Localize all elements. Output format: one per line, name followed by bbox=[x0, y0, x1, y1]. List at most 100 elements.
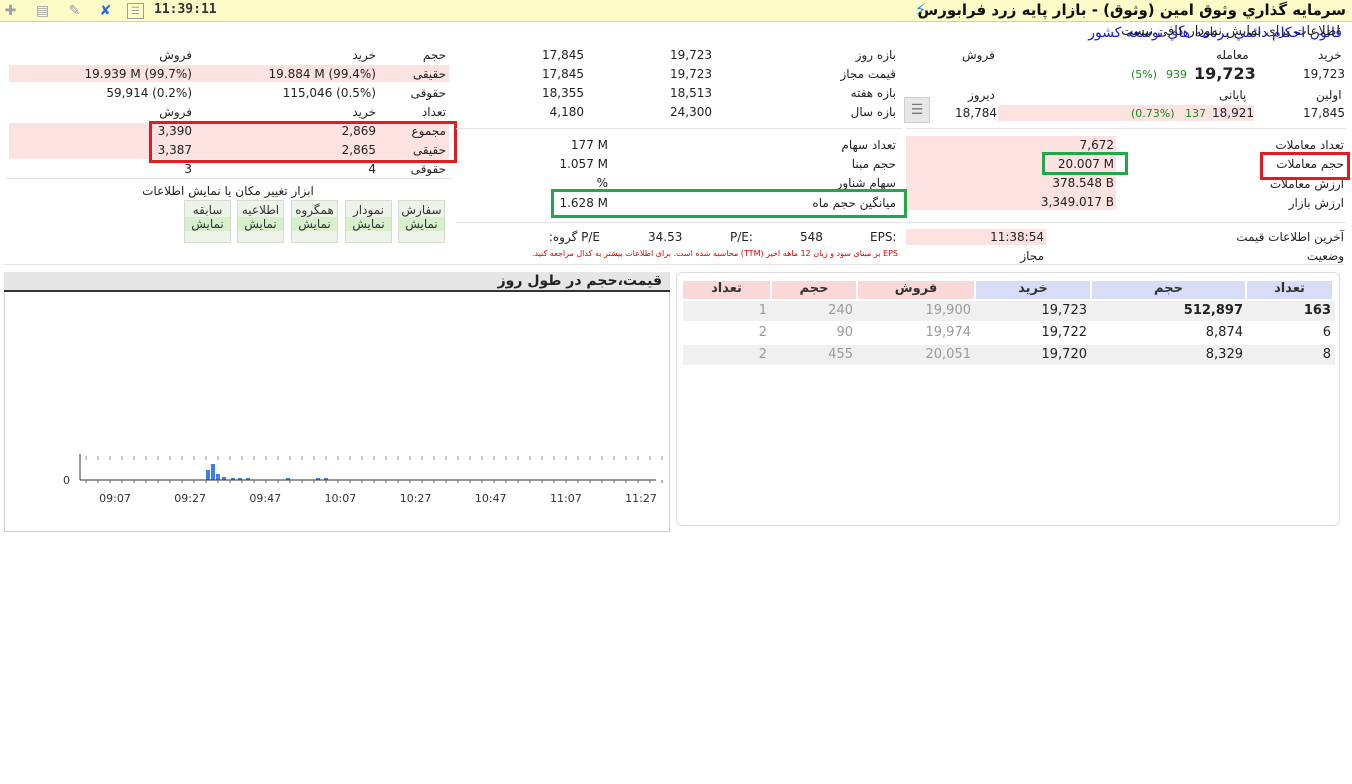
day-range-label: بازه روز bbox=[855, 48, 896, 62]
buy-label: خرید bbox=[1318, 48, 1342, 62]
float-label: سهام شناور bbox=[836, 176, 896, 190]
y-tick-label: 0 bbox=[63, 474, 70, 487]
show-notices-button[interactable]: اطلاعیه نمایش bbox=[237, 200, 284, 243]
legal-label: حقوقی bbox=[410, 86, 446, 100]
x-tick-label: 09:07 bbox=[99, 492, 131, 505]
sell-volume: 90 bbox=[836, 325, 853, 340]
real-label: حقیقی bbox=[412, 67, 446, 81]
market-value-label: ارزش بازار bbox=[1288, 196, 1344, 210]
count-label: تعداد bbox=[421, 105, 446, 119]
edit-icon[interactable]: ✎ bbox=[66, 3, 83, 19]
show-orders-button[interactable]: سفارش نمایش bbox=[398, 200, 445, 243]
week-high: 18,513 bbox=[670, 86, 712, 100]
chart-axis: 0 09:07 09:27 09:47 10:07 10:27 10:47 11:07 11:2… bbox=[63, 454, 663, 505]
x-tick-label: 09:47 bbox=[249, 492, 281, 505]
base-volume-label: حجم مبنا bbox=[851, 157, 896, 171]
last-price: 19,723 bbox=[1194, 64, 1256, 83]
chart-title: قیمت،حجم در طول روز bbox=[497, 273, 662, 289]
x-tick-label: 09:27 bbox=[174, 492, 206, 505]
day-low: 17,845 bbox=[542, 48, 584, 62]
volume-header: حجم bbox=[422, 48, 446, 62]
allowed-high: 19,723 bbox=[670, 67, 712, 81]
count-buy-header: خرید bbox=[352, 105, 376, 119]
plus-icon[interactable]: ✚ bbox=[2, 3, 19, 19]
sell-count-header: تعداد bbox=[683, 281, 770, 299]
button-top-label: سابقه bbox=[192, 203, 223, 217]
year-high: 24,300 bbox=[670, 105, 712, 119]
pe-value: 34.53 bbox=[648, 230, 683, 244]
buy-value: 19,723 bbox=[1303, 67, 1345, 81]
sell-price: 20,051 bbox=[925, 347, 972, 362]
clock: 11:39:11 bbox=[154, 2, 217, 17]
trades-value: 378.548 B bbox=[1052, 176, 1114, 190]
week-low: 18,355 bbox=[542, 86, 584, 100]
volume-bar bbox=[211, 464, 215, 480]
allowed-range-label: قیمت مجاز bbox=[840, 67, 896, 81]
buy-volume: 512,897 bbox=[1183, 303, 1243, 318]
sell-label: فروش bbox=[962, 48, 995, 62]
top-bar: ✚ ▤ ✎ ✘ ☰ 11:39:11 ⚡ سرمايه گذاري وثوق ا… bbox=[0, 0, 1352, 22]
sell-header: فروش bbox=[159, 48, 192, 62]
eps-value: 548 bbox=[800, 230, 823, 244]
orderbook-row: 8 8,329 19,720 20,051 455 2 bbox=[683, 345, 1335, 365]
final-pct: (0.73%) bbox=[1131, 107, 1175, 120]
page-title: سرمايه گذاري وثوق امين (وثوق) - بازار پا… bbox=[917, 1, 1346, 19]
sell-volume-header: حجم bbox=[772, 281, 856, 299]
highlight-box-red bbox=[149, 121, 457, 163]
x-tick-label: 10:27 bbox=[400, 492, 432, 505]
pe-label: P/E: bbox=[730, 230, 753, 244]
sell-price: 19,900 bbox=[925, 303, 972, 318]
button-top-label: اطلاعیه bbox=[241, 203, 280, 217]
button-bottom-label: نمایش bbox=[292, 217, 337, 231]
volume-bar bbox=[206, 470, 210, 480]
volume-chart: 0 09:07 09:27 09:47 10:07 10:27 10:47 11:07 11:2… bbox=[63, 454, 663, 505]
shares-count: 177 M bbox=[570, 138, 608, 152]
shares-count-label: تعداد سهام bbox=[841, 138, 896, 152]
eps-label: EPS: bbox=[870, 230, 897, 244]
buy-price: 19,723 bbox=[1041, 303, 1088, 318]
button-bottom-label: نمایش bbox=[185, 217, 230, 231]
show-chart-button[interactable]: نمودار نمایش bbox=[345, 200, 392, 243]
settings-sliders-icon[interactable]: ☰ bbox=[904, 97, 930, 123]
group-pe-label: P/E گروه: bbox=[548, 230, 600, 244]
legal-count-label: حقوقی bbox=[410, 162, 446, 176]
chart-bars bbox=[206, 464, 328, 480]
button-top-label: همگروه bbox=[295, 203, 334, 217]
show-history-button[interactable]: سابقه نمایش bbox=[184, 200, 231, 243]
status-value: مجاز bbox=[1020, 249, 1044, 263]
highlight-box-red-label bbox=[1260, 152, 1350, 180]
year-low: 4,180 bbox=[549, 105, 584, 119]
real-buy: 19.884 M (99.4%) bbox=[268, 67, 376, 81]
final-value: 18,921 bbox=[1212, 106, 1254, 120]
table-icon[interactable]: ☰ bbox=[127, 3, 144, 19]
legal-count-sell: 3 bbox=[184, 162, 192, 176]
chart-link-icon[interactable]: ✘ bbox=[97, 3, 114, 19]
allowed-low: 17,845 bbox=[542, 67, 584, 81]
last-pct: (5%) bbox=[1131, 68, 1158, 81]
tools-caption: ابزار تغییر مکان یا نمایش اطلاعات bbox=[142, 184, 314, 198]
legal-buy: 115,046 (0.5%) bbox=[282, 86, 376, 100]
sell-price: 19,974 bbox=[925, 325, 972, 340]
show-peers-button[interactable]: همگروه نمایش bbox=[291, 200, 338, 243]
button-bottom-label: نمایش bbox=[346, 217, 391, 231]
orderbook-row: 163 512,897 19,723 19,900 240 1 bbox=[683, 301, 1335, 321]
last-info-time: 11:38:54 bbox=[990, 230, 1044, 244]
sell-count: 2 bbox=[758, 347, 767, 362]
document-icon[interactable]: ▤ bbox=[34, 3, 51, 19]
buy-price: 19,722 bbox=[1041, 325, 1088, 340]
float-value: % bbox=[596, 176, 608, 190]
yesterday-label: دیروز bbox=[968, 88, 995, 102]
first-value: 17,845 bbox=[1303, 106, 1345, 120]
buy-count-header: تعداد bbox=[1247, 281, 1332, 299]
final-change: 137 bbox=[1185, 107, 1206, 120]
buy-count: 6 bbox=[1322, 325, 1331, 340]
buy-count: 163 bbox=[1303, 303, 1331, 318]
eps-note: EPS بر مبنای سود و زیان 12 ماهه اخیر (TT… bbox=[531, 249, 898, 258]
x-tick-label: 10:07 bbox=[325, 492, 357, 505]
no-data-message: اطلاعات برای نمایش نمودار کافی نیست bbox=[1121, 24, 1340, 39]
last-info-label: آخرین اطلاعات قیمت bbox=[1236, 230, 1344, 244]
volume-bar bbox=[216, 474, 220, 480]
x-tick-label: 10:47 bbox=[475, 492, 507, 505]
trade-label: معامله bbox=[1216, 48, 1249, 62]
buy-volume-header: حجم bbox=[1092, 281, 1245, 299]
